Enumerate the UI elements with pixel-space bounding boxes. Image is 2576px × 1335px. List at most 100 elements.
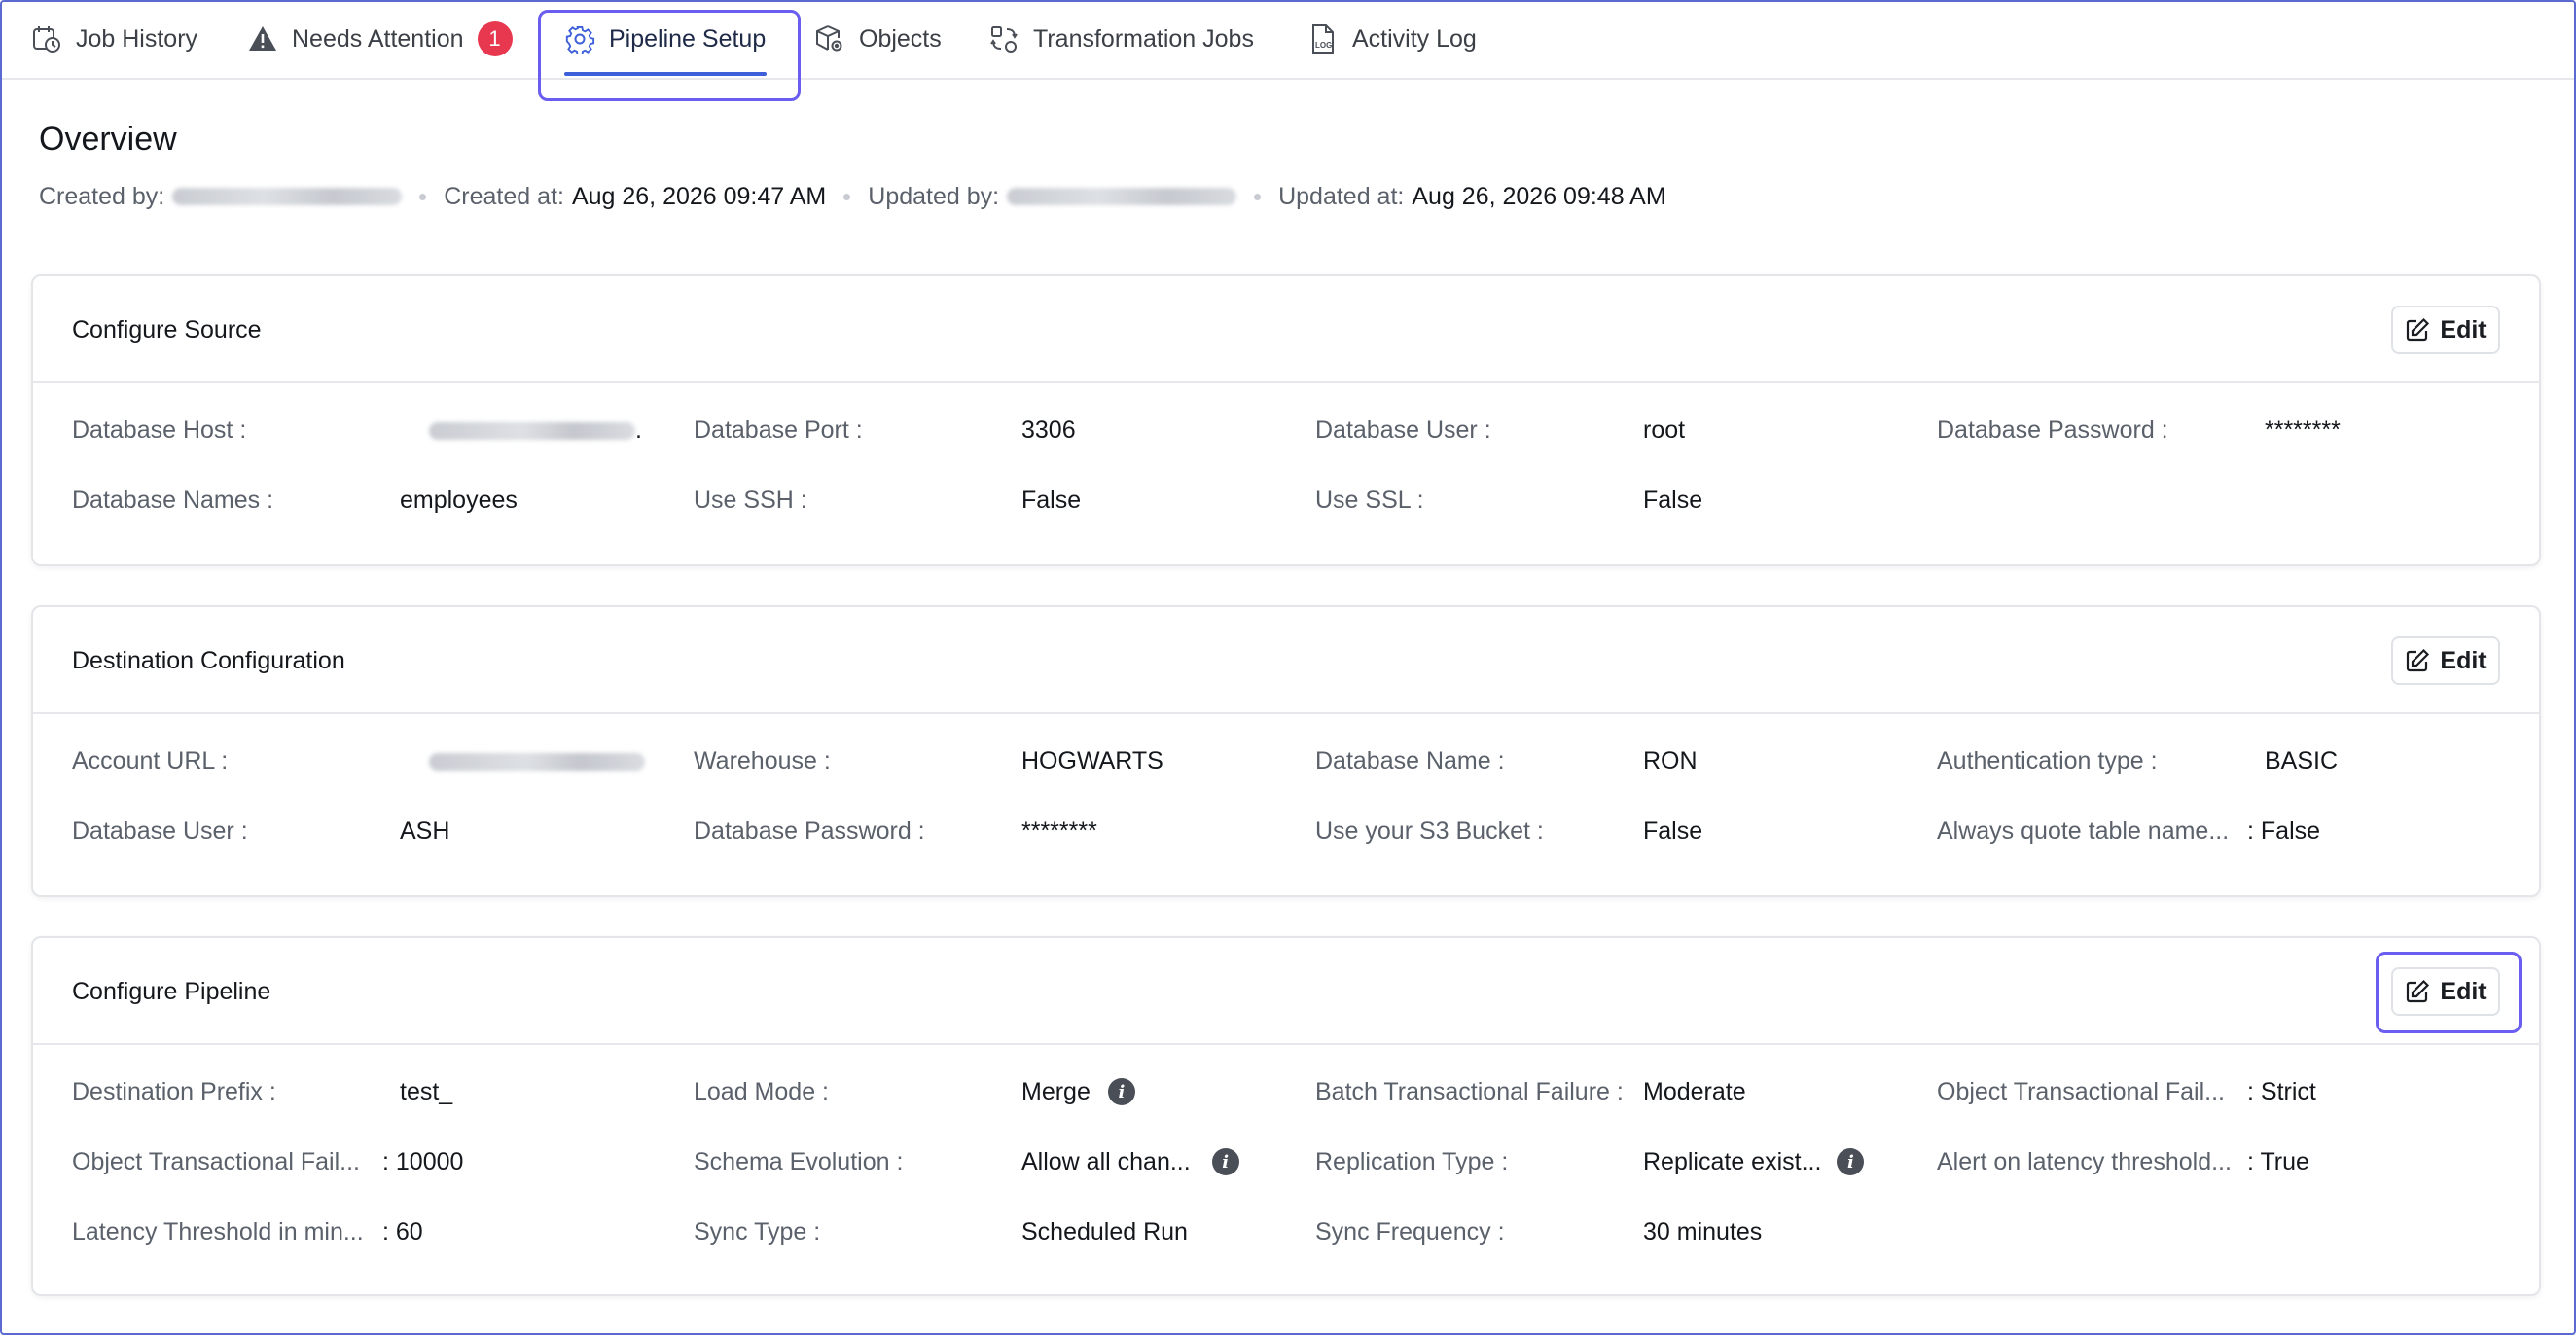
cube-gear-icon bbox=[816, 25, 842, 52]
field-value: HOGWARTS bbox=[1021, 746, 1163, 775]
edit-icon bbox=[2407, 648, 2430, 672]
svg-text:LOG: LOG bbox=[1315, 41, 1332, 50]
field-label: Database Port : bbox=[694, 415, 863, 444]
edit-source-button[interactable]: Edit bbox=[2391, 306, 2500, 354]
transform-icon bbox=[990, 26, 1018, 53]
card-title: Destination Configuration bbox=[72, 646, 345, 674]
field-value: 3306 bbox=[1021, 415, 1076, 444]
redacted-value bbox=[429, 752, 645, 771]
redacted-value bbox=[429, 421, 635, 440]
field-label: Object Transactional Fail... bbox=[72, 1147, 360, 1175]
field-value bbox=[429, 747, 645, 776]
field-label: Database Password : bbox=[1937, 415, 2168, 444]
field-use-ssh: Use SSH : False bbox=[694, 481, 1081, 520]
tab-label: Objects bbox=[859, 24, 942, 53]
field-value: ASH bbox=[400, 816, 450, 845]
field-sync-frequency: Sync Frequency : 30 minutes bbox=[1315, 1212, 1762, 1251]
field-value: Moderate bbox=[1643, 1077, 1746, 1105]
field-label: Load Mode : bbox=[694, 1077, 829, 1105]
field-load-mode: Load Mode : Merge i bbox=[694, 1072, 1135, 1111]
separator-dot bbox=[843, 193, 851, 200]
field-value: : 60 bbox=[382, 1217, 423, 1245]
field-database-names: Database Names : employees bbox=[72, 481, 518, 520]
card-header: Configure Source Edit bbox=[33, 276, 2539, 383]
field-value-text: Replicate exist... bbox=[1643, 1147, 1822, 1175]
field-object-transactional-failure: Object Transactional Fail... : Strict bbox=[1937, 1072, 2316, 1111]
created-by-redacted bbox=[172, 188, 403, 205]
field-label: Database Host : bbox=[72, 415, 247, 444]
field-object-transactional-failure-limit: Object Transactional Fail... : 10000 bbox=[72, 1142, 463, 1181]
updated-by-redacted bbox=[1007, 188, 1237, 205]
field-value: ******** bbox=[2265, 415, 2341, 444]
info-icon[interactable]: i bbox=[1107, 1078, 1135, 1105]
field-value: . bbox=[429, 416, 642, 445]
field-value: 30 minutes bbox=[1643, 1217, 1763, 1245]
field-database-user: Database User : ASH bbox=[72, 812, 449, 850]
field-value: Scheduled Run bbox=[1021, 1217, 1188, 1245]
field-value: test_ bbox=[400, 1077, 453, 1105]
field-label: Warehouse : bbox=[694, 746, 831, 775]
field-label: Use your S3 Bucket : bbox=[1315, 816, 1544, 845]
field-value: Merge i bbox=[1021, 1078, 1135, 1106]
log-file-icon: LOG bbox=[1312, 24, 1334, 54]
field-value: : 10000 bbox=[382, 1147, 464, 1175]
field-warehouse: Warehouse : HOGWARTS bbox=[694, 741, 1163, 780]
field-authentication-type: Authentication type : BASIC bbox=[1937, 741, 2338, 780]
field-label: Use SSL : bbox=[1315, 486, 1424, 514]
created-by-label: Created by: bbox=[39, 182, 165, 210]
field-label: Latency Threshold in min... bbox=[72, 1217, 364, 1245]
tab-needs-attention[interactable]: Needs Attention 1 bbox=[247, 2, 513, 76]
field-latency-threshold: Latency Threshold in min... : 60 bbox=[72, 1212, 423, 1251]
card-header: Destination Configuration Edit bbox=[33, 607, 2539, 714]
edit-label: Edit bbox=[2440, 315, 2487, 343]
tab-activity-log[interactable]: LOG Activity Log bbox=[1307, 2, 1477, 76]
field-value-text: . bbox=[635, 415, 642, 444]
edit-label: Edit bbox=[2440, 977, 2487, 1005]
field-label: Sync Frequency : bbox=[1315, 1217, 1505, 1245]
field-value: ******** bbox=[1021, 816, 1097, 845]
field-sync-type: Sync Type : Scheduled Run bbox=[694, 1212, 1188, 1251]
field-value: employees bbox=[400, 486, 518, 514]
field-value: False bbox=[1643, 816, 1703, 845]
card-title: Configure Source bbox=[72, 315, 262, 343]
tab-transformation-jobs[interactable]: Transformation Jobs bbox=[988, 2, 1254, 76]
field-label: Schema Evolution : bbox=[694, 1147, 904, 1175]
field-label: Authentication type : bbox=[1937, 746, 2158, 775]
edit-destination-button[interactable]: Edit bbox=[2391, 636, 2500, 685]
tab-label: Activity Log bbox=[1352, 24, 1477, 53]
page-title: Overview bbox=[39, 121, 177, 158]
updated-at-label: Updated at: bbox=[1278, 182, 1405, 210]
tab-objects[interactable]: Objects bbox=[814, 2, 942, 76]
card-header: Configure Pipeline Edit bbox=[33, 938, 2539, 1045]
field-database-port: Database Port : 3306 bbox=[694, 411, 1076, 450]
field-label: Database Password : bbox=[694, 816, 925, 845]
separator-dot bbox=[419, 193, 427, 200]
field-database-password: Database Password : ******** bbox=[694, 812, 1097, 850]
field-replication-type: Replication Type : Replicate exist... i bbox=[1315, 1142, 1865, 1181]
field-value: False bbox=[1643, 486, 1703, 514]
tab-job-history[interactable]: Job History bbox=[31, 2, 197, 76]
edit-pipeline-button[interactable]: Edit bbox=[2391, 967, 2500, 1016]
field-label: Database Name : bbox=[1315, 746, 1505, 775]
field-label: Destination Prefix : bbox=[72, 1077, 276, 1105]
tab-label: Needs Attention bbox=[292, 24, 464, 53]
field-label: Replication Type : bbox=[1315, 1147, 1509, 1175]
edit-icon bbox=[2407, 979, 2430, 1003]
field-label: Always quote table name... bbox=[1937, 816, 2230, 845]
field-account-url: Account URL : bbox=[72, 741, 645, 780]
field-value: : Strict bbox=[2247, 1077, 2316, 1105]
attention-count-badge: 1 bbox=[477, 21, 513, 56]
field-schema-evolution: Schema Evolution : Allow all chan... i bbox=[694, 1142, 1239, 1181]
configure-source-card: Configure Source Edit Database Host : . … bbox=[31, 274, 2541, 566]
field-value: root bbox=[1643, 415, 1686, 444]
field-value: Allow all chan... i bbox=[1021, 1148, 1239, 1176]
info-icon[interactable]: i bbox=[1211, 1148, 1239, 1175]
info-icon[interactable]: i bbox=[1837, 1148, 1865, 1175]
configure-pipeline-card: Configure Pipeline Edit Destination Pref… bbox=[31, 936, 2541, 1296]
edit-label: Edit bbox=[2440, 646, 2487, 674]
field-value-text: Merge bbox=[1021, 1077, 1091, 1105]
field-label: Use SSH : bbox=[694, 486, 807, 514]
field-value: False bbox=[1021, 486, 1082, 514]
calendar-clock-icon bbox=[33, 26, 60, 53]
created-at-value: Aug 26, 2026 09:47 AM bbox=[571, 182, 827, 210]
